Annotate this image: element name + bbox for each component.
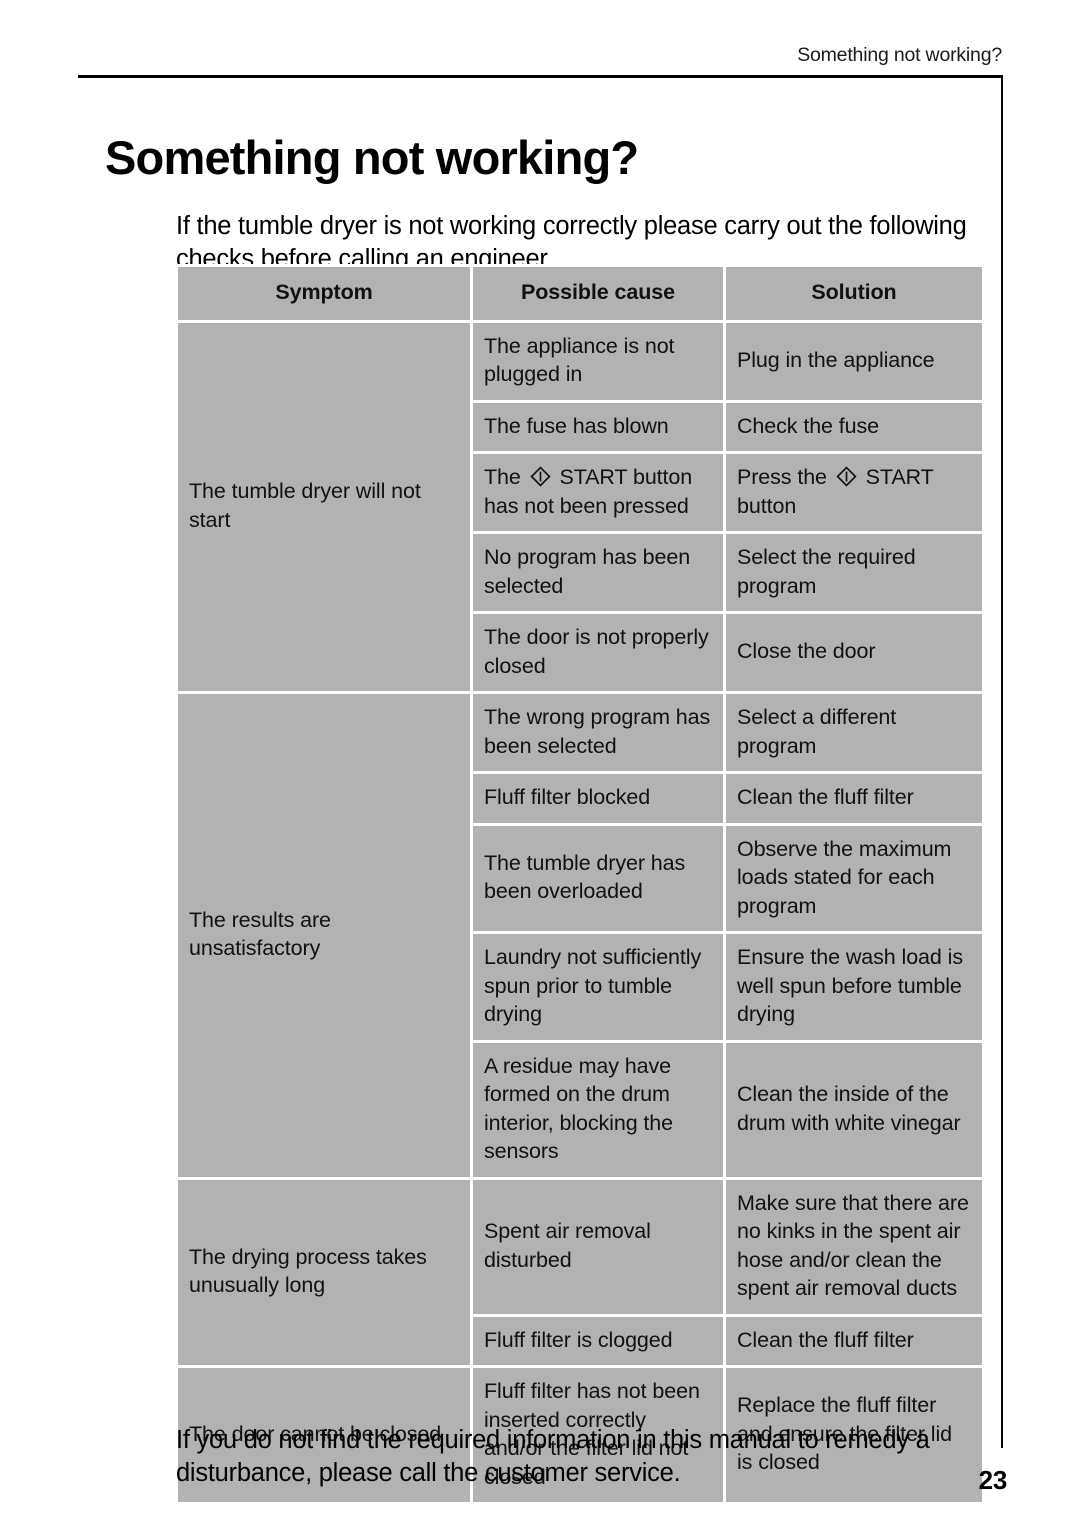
- cause-cell: The fuse has blown: [473, 402, 723, 451]
- solution-cell: Clean the inside of the drum with white …: [726, 1042, 982, 1177]
- solution-cell: Check the fuse: [726, 402, 982, 451]
- page-title: Something not working?: [105, 131, 639, 185]
- troubleshooting-table: Symptom Possible cause Solution The tumb…: [175, 264, 985, 1505]
- header-rule: [78, 75, 1003, 78]
- solution-cell: Observe the maximum loads stated for eac…: [726, 825, 982, 931]
- solution-cell: Select a different program: [726, 694, 982, 771]
- cause-cell: A residue may have formed on the drum in…: [473, 1042, 723, 1177]
- cause-cell: The START button has not been pressed: [473, 454, 723, 531]
- cause-cell: The tumble dryer has been overloaded: [473, 825, 723, 931]
- cause-cell: The door is not properly closed: [473, 614, 723, 691]
- column-header-symptom: Symptom: [178, 267, 470, 320]
- table-row: The tumble dryer will not start The appli…: [178, 322, 982, 691]
- running-head: Something not working?: [797, 44, 1002, 66]
- symptom-cell: The drying process takes unusually long: [178, 1179, 470, 1365]
- solution-cell: Clean the fluff filter: [726, 774, 982, 823]
- table-head: Symptom Possible cause Solution: [178, 267, 982, 320]
- start-power-diamond-icon: [836, 466, 857, 487]
- column-header-solution: Solution: [726, 267, 982, 320]
- cause-cell: Laundry not sufficiently spun prior to t…: [473, 934, 723, 1040]
- solution-cell: Close the door: [726, 614, 982, 691]
- cause-cell: Spent air removal disturbed: [473, 1179, 723, 1314]
- troubleshooting-table-wrap: Symptom Possible cause Solution The tumb…: [175, 264, 985, 1505]
- solution-cell: Ensure the wash load is well spun before…: [726, 934, 982, 1040]
- closing-paragraph: If you do not find the required informat…: [176, 1425, 930, 1487]
- cause-cell: The appliance is not plugged in: [473, 322, 723, 400]
- solution-cell: Clean the fluff filter: [726, 1316, 982, 1365]
- symptom-cell: The results are unsatisfactory: [178, 694, 470, 1177]
- table-body: The tumble dryer will not start The appli…: [178, 322, 982, 1502]
- symptom-cell: The tumble dryer will not start: [178, 322, 470, 691]
- table-header-row: Symptom Possible cause Solution: [178, 267, 982, 320]
- cause-cell: Fluff filter is clogged: [473, 1316, 723, 1365]
- right-margin-rule: [1001, 75, 1003, 1448]
- cause-cell: No program has been selected: [473, 534, 723, 611]
- column-header-cause: Possible cause: [473, 267, 723, 320]
- solution-cell: Press the START button: [726, 454, 982, 531]
- table-row: The results are unsatisfactory The wrong …: [178, 694, 982, 1177]
- start-power-diamond-icon: [530, 466, 551, 487]
- page-number: 23: [978, 1465, 1008, 1495]
- solution-cell: Select the required program: [726, 534, 982, 611]
- solution-cell: Make sure that there are no kinks in the…: [726, 1179, 982, 1314]
- solution-cell: Plug in the appliance: [726, 322, 982, 400]
- cause-cell: Fluff filter blocked: [473, 774, 723, 823]
- table-row: The drying process takes unusually long S…: [178, 1179, 982, 1365]
- cause-cell: The wrong program has been selected: [473, 694, 723, 771]
